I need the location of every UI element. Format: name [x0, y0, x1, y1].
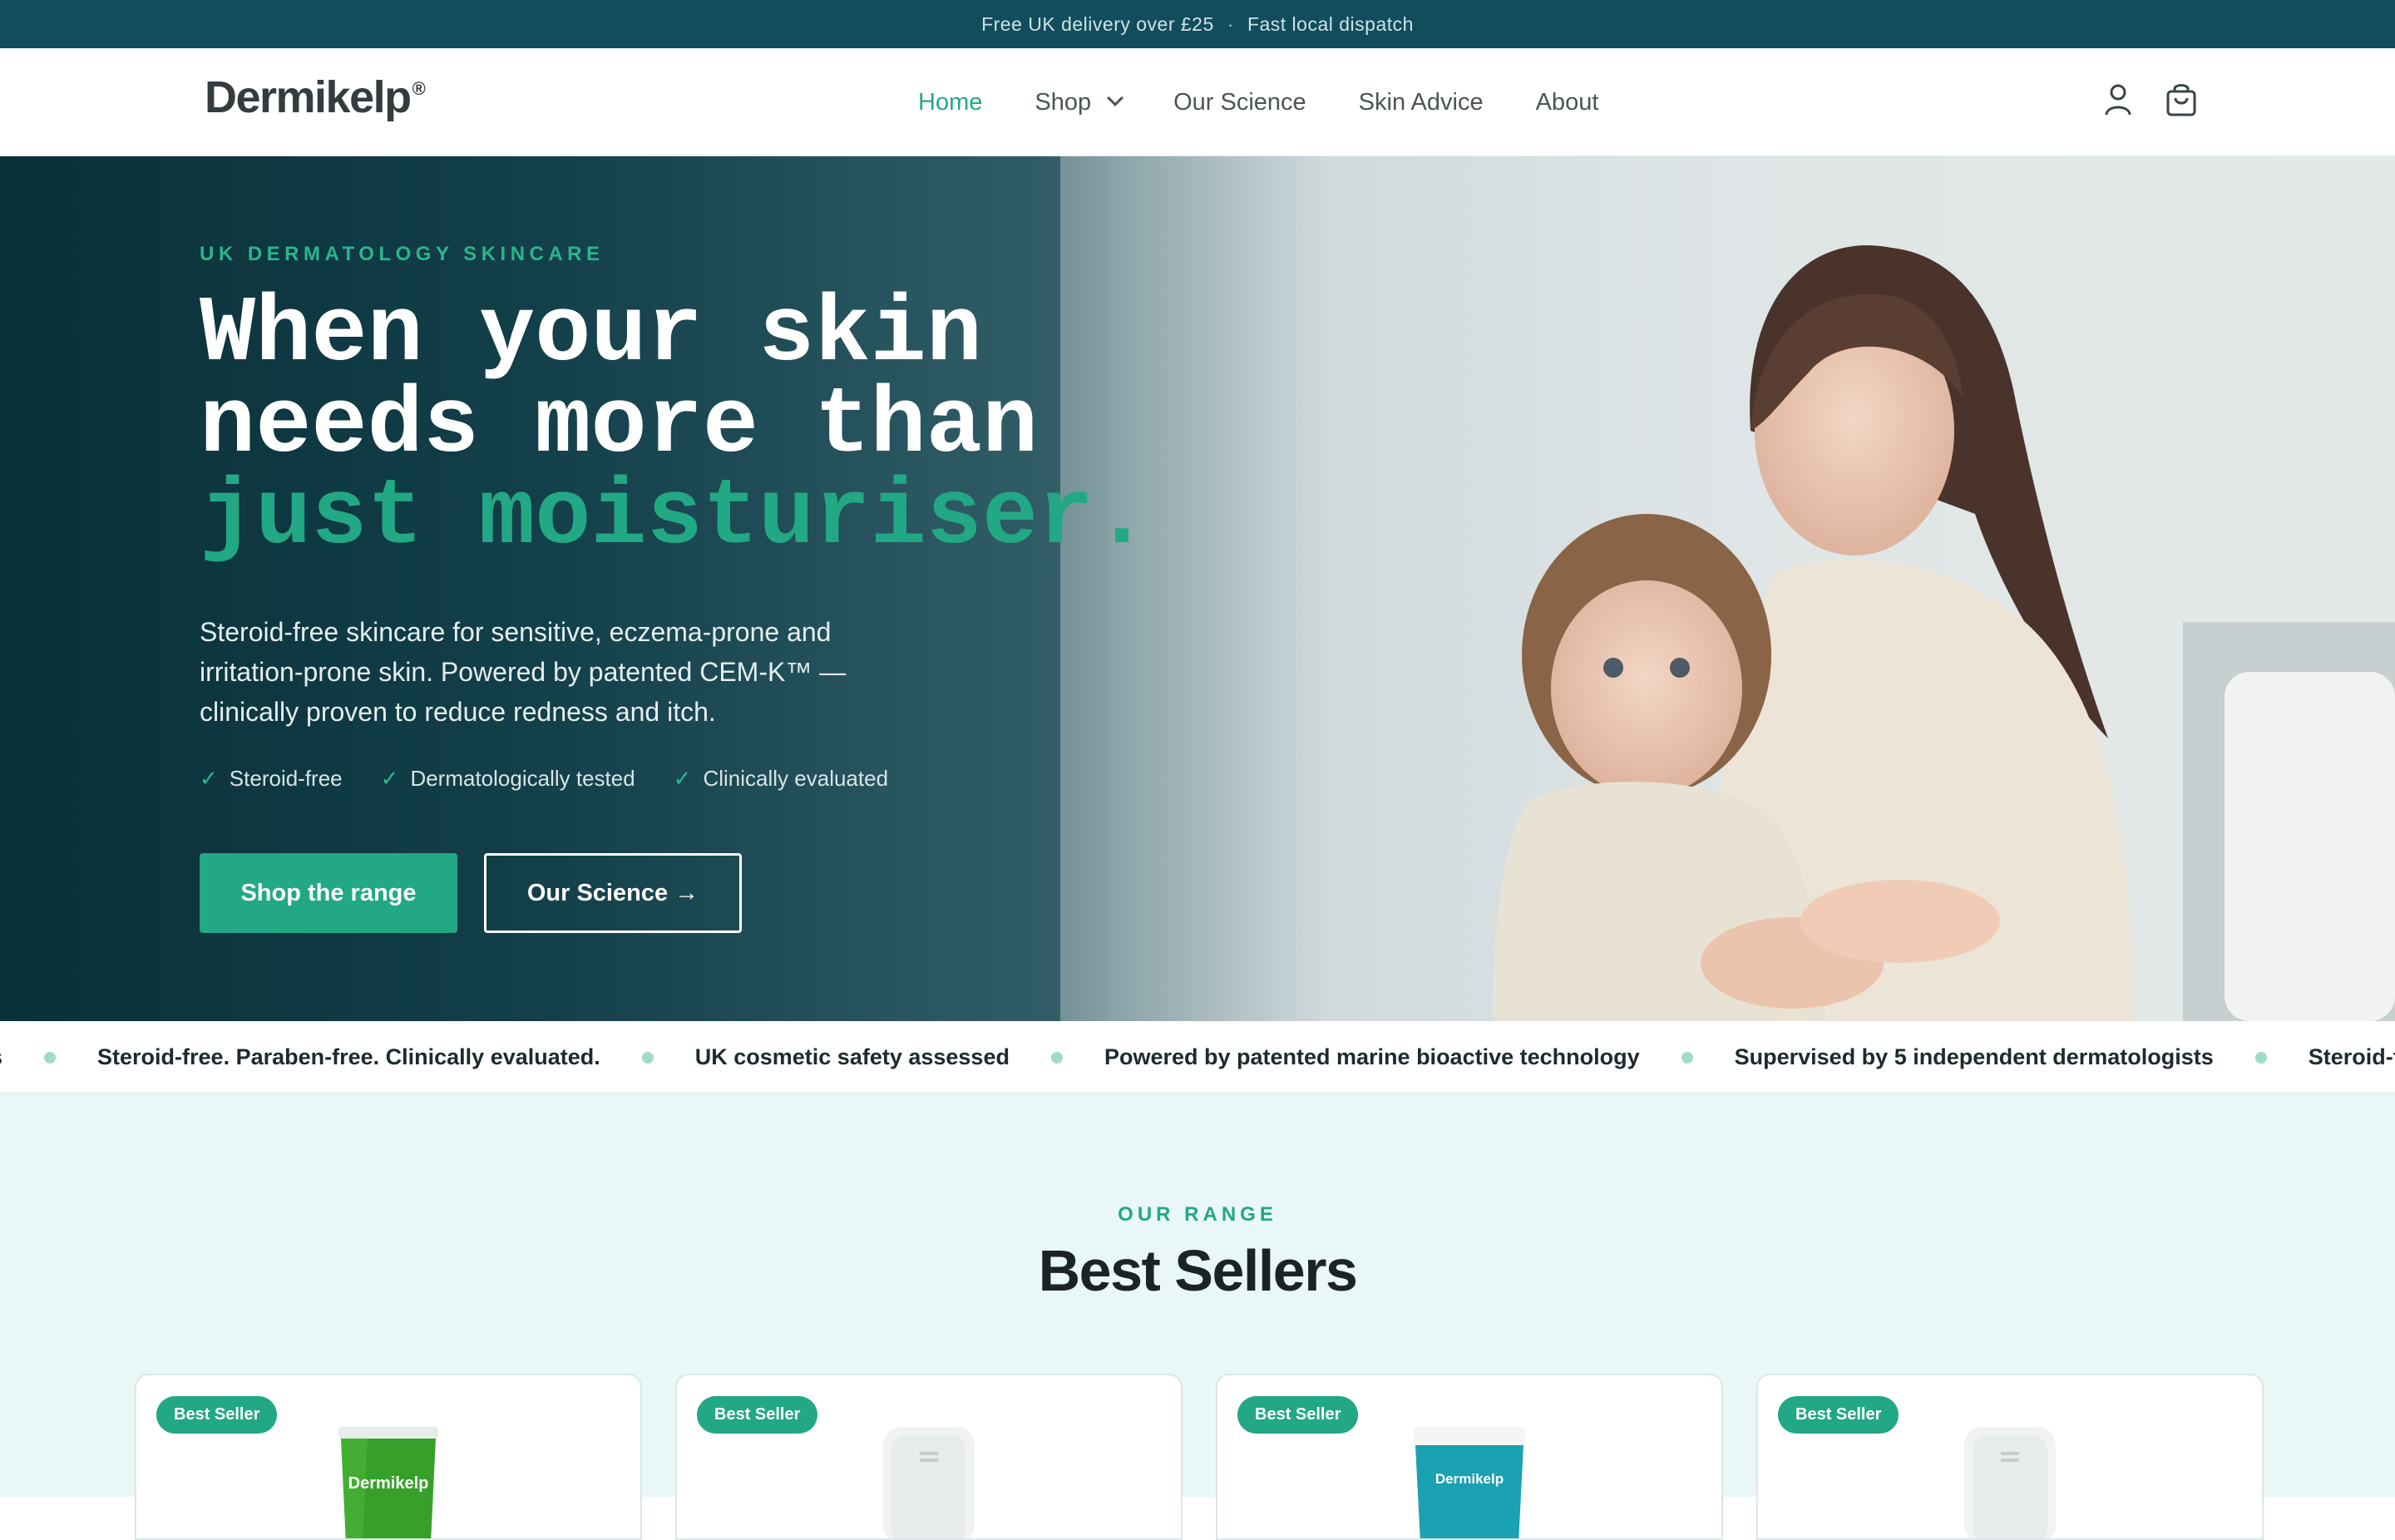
- shop-the-range-button[interactable]: Shop the range: [200, 853, 457, 933]
- product-card[interactable]: Best Seller Dermikelp: [1216, 1374, 1723, 1540]
- brand-logo-text: Dermikelp: [205, 72, 412, 122]
- trust-ticker: s Steroid-free. Paraben-free. Clinically…: [0, 1021, 2395, 1093]
- ticker-item: Supervised by 5 independent dermatologis…: [1734, 1044, 2214, 1069]
- product-brand-text: Dermikelp: [348, 1474, 429, 1493]
- hero-headline: When your skin needs more than just mois…: [200, 282, 1150, 570]
- ticker-item: s: [0, 1044, 2, 1070]
- best-sellers-section: OUR RANGE Best Sellers Best Seller Dermi…: [0, 1093, 2395, 1540]
- brand-logo[interactable]: Dermikelp®: [205, 72, 426, 123]
- hero-subcopy: Steroid-free skincare for sensitive, ecz…: [200, 617, 847, 727]
- main-nav: Home Shop Our Science Skin Advice About: [918, 48, 1651, 156]
- range-eyebrow: OUR RANGE: [1118, 1203, 1277, 1226]
- nav-our-science[interactable]: Our Science: [1173, 89, 1306, 116]
- our-science-button[interactable]: Our Science →: [484, 853, 742, 933]
- nav-shop[interactable]: Shop: [1035, 88, 1123, 116]
- benefit-item: ✓ Dermatologically tested: [381, 766, 635, 792]
- product-card[interactable]: Best Seller: [1756, 1374, 2264, 1540]
- white-pump-product-image: [1964, 1427, 2056, 1538]
- ticker-dot: [1050, 1051, 1063, 1064]
- best-seller-badge: Best Seller: [156, 1396, 278, 1434]
- white-pump-product-image: [883, 1427, 975, 1538]
- benefit-label: Steroid-free: [229, 766, 343, 791]
- announcement-separator: ·: [1227, 12, 1234, 35]
- product-card[interactable]: Best Seller Dermikelp: [135, 1374, 642, 1540]
- best-seller-badge: Best Seller: [697, 1396, 818, 1434]
- ticker-item: UK cosmetic safety assessed: [694, 1044, 1010, 1069]
- benefit-item: ✓ Clinically evaluated: [674, 766, 888, 792]
- site-header: Dermikelp® Home Shop Our Science Skin Ad…: [0, 48, 2395, 156]
- benefit-label: Dermatologically tested: [410, 766, 635, 791]
- green-tube-product-image: Dermikelp: [338, 1427, 438, 1538]
- hero-benefits: ✓ Steroid-free ✓ Dermatologically tested ✓…: [200, 766, 888, 792]
- headline-line-1: When your skin: [200, 282, 982, 387]
- ticker-dot: [2254, 1051, 2267, 1064]
- nav-home[interactable]: Home: [918, 89, 982, 116]
- announcement-bar: Free UK delivery over £25 · Fast local d…: [0, 0, 2395, 48]
- registered-mark: ®: [412, 78, 426, 99]
- ticker-item: Steroid-free. Paraben-free. Clinically e…: [97, 1044, 600, 1069]
- ticker-dot: [1681, 1051, 1693, 1064]
- nav-skin-advice[interactable]: Skin Advice: [1359, 89, 1484, 116]
- announcement-dispatch: Fast local dispatch: [1247, 12, 1414, 35]
- check-icon: ✓: [200, 766, 218, 791]
- headline-line-2: needs more than: [200, 373, 1039, 479]
- ticker-dot: [44, 1051, 57, 1064]
- announcement-delivery: Free UK delivery over £25: [981, 12, 1214, 35]
- teal-tube-product-image: Dermikelp: [1414, 1427, 1525, 1538]
- range-title: Best Sellers: [1038, 1238, 1358, 1303]
- check-icon: ✓: [673, 766, 692, 791]
- account-icon[interactable]: [2102, 81, 2134, 118]
- hero-eyebrow: UK DERMATOLOGY SKINCARE: [200, 243, 605, 265]
- nav-about[interactable]: About: [1536, 89, 1599, 116]
- product-brand-text: Dermikelp: [1435, 1471, 1504, 1487]
- ticker-track: s Steroid-free. Paraben-free. Clinically…: [0, 1021, 2395, 1093]
- check-icon: ✓: [380, 766, 399, 791]
- best-seller-badge: Best Seller: [1237, 1396, 1359, 1434]
- ticker-dot: [641, 1051, 654, 1064]
- benefit-item: ✓ Steroid-free: [200, 766, 343, 792]
- benefit-label: Clinically evaluated: [703, 766, 889, 791]
- nav-shop-label: Shop: [1035, 88, 1092, 116]
- ticker-item: Steroid-free. Paraben-free. Clinically e…: [2308, 1044, 2395, 1069]
- cart-icon[interactable]: [2165, 81, 2197, 118]
- headline-accent: just moisturiser.: [200, 465, 1150, 570]
- hero-section: UK DERMATOLOGY SKINCARE When your skin n…: [0, 156, 2395, 1021]
- chevron-down-icon: [1107, 90, 1123, 106]
- header-actions: [2102, 81, 2197, 118]
- ticker-item: Powered by patented marine bioactive tec…: [1104, 1044, 1640, 1069]
- product-card[interactable]: Best Seller: [675, 1374, 1183, 1540]
- best-seller-badge: Best Seller: [1778, 1396, 1899, 1434]
